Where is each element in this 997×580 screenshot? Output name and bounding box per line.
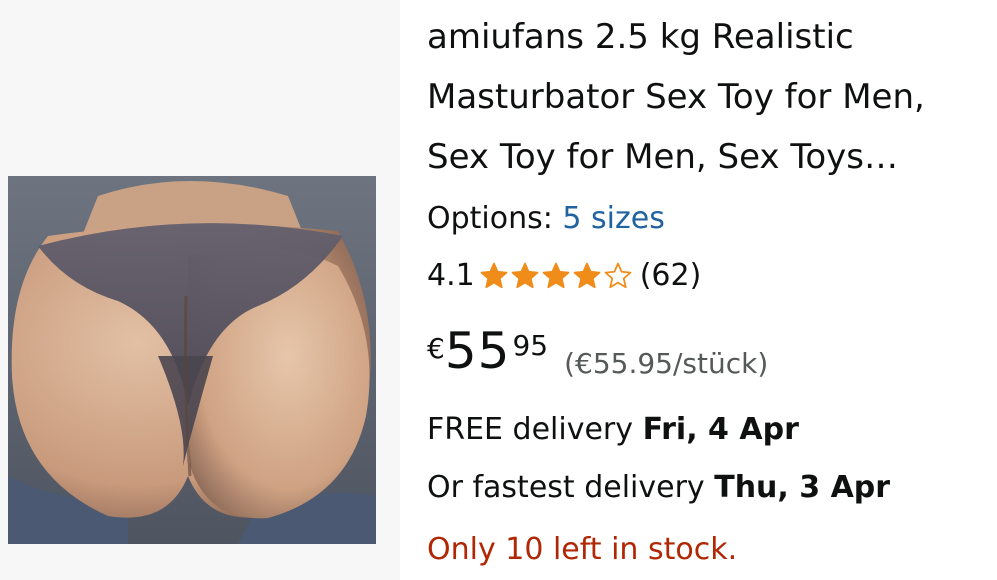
product-image-panel xyxy=(0,0,400,580)
fastest-label: Or fastest delivery xyxy=(427,470,705,505)
rating-row[interactable]: 4.1 (62) xyxy=(427,254,701,298)
delivery-label: FREE delivery xyxy=(427,412,634,447)
star-full-icon xyxy=(573,262,601,289)
stock-warning: Only 10 left in stock. xyxy=(427,532,738,567)
fastest-delivery: Or fastest delivery Thu, 3 Apr xyxy=(427,466,890,510)
star-rating[interactable] xyxy=(479,261,634,291)
price-fraction: 95 xyxy=(512,329,549,362)
price-currency: € xyxy=(427,332,445,365)
unit-price: (€55.95/stück) xyxy=(564,347,769,380)
price-whole: 55 xyxy=(444,322,511,380)
options-label: Options: xyxy=(427,201,553,236)
options-sizes-link[interactable]: 5 sizes xyxy=(562,201,664,236)
price-row: € 55 95 (€55.95/stück) xyxy=(427,322,768,380)
star-empty-icon xyxy=(604,262,632,289)
star-full-icon xyxy=(480,262,508,289)
product-title[interactable]: amiufans 2.5 kg Realistic Masturbator Se… xyxy=(427,7,992,187)
rating-count[interactable]: (62) xyxy=(640,254,702,298)
star-full-icon xyxy=(511,262,539,289)
free-delivery: FREE delivery Fri, 4 Apr xyxy=(427,408,799,452)
product-image[interactable] xyxy=(8,176,376,544)
delivery-date: Fri, 4 Apr xyxy=(642,412,799,447)
rating-value: 4.1 xyxy=(427,258,475,293)
fastest-date: Thu, 3 Apr xyxy=(714,470,891,505)
options-row: Options: 5 sizes xyxy=(427,197,665,241)
star-full-icon xyxy=(542,262,570,289)
